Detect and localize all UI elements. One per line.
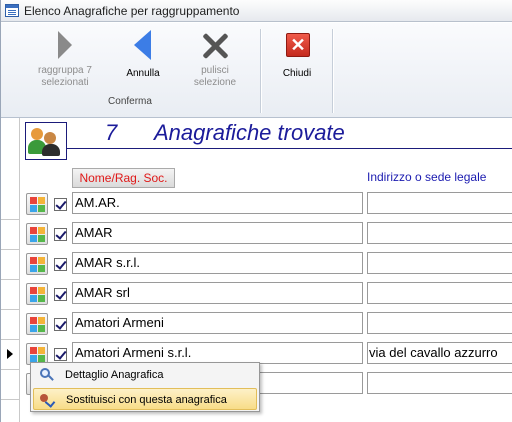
window-title: Elenco Anagrafiche per raggruppamento bbox=[24, 4, 240, 18]
row-checkbox[interactable] bbox=[54, 258, 67, 271]
address-field[interactable]: via del cavallo azzurro bbox=[367, 342, 512, 364]
chiudi-button[interactable]: ✕ Chiudi bbox=[271, 29, 323, 93]
chiudi-label: Chiudi bbox=[282, 68, 312, 79]
people-icon bbox=[25, 122, 67, 160]
table-row[interactable]: AMAR s.r.l. bbox=[1, 250, 512, 280]
raggruppa-label-2: selezionati bbox=[41, 77, 89, 88]
app-window: Elenco Anagrafiche per raggruppamento ra… bbox=[0, 0, 512, 422]
name-field[interactable]: Amatori Armeni bbox=[72, 312, 363, 334]
column-header-name-sort-button[interactable]: Nome/Rag. Soc. bbox=[72, 168, 175, 188]
record-selector[interactable] bbox=[1, 190, 20, 220]
record-selector[interactable] bbox=[1, 280, 20, 310]
arrow-right-icon bbox=[49, 29, 81, 61]
record-selector[interactable] bbox=[1, 370, 20, 400]
menu-item-sostituisci-label: Sostituisci con questa anagrafica bbox=[66, 394, 227, 406]
table-row[interactable]: AM.AR. bbox=[1, 190, 512, 220]
row-checkbox[interactable] bbox=[54, 288, 67, 301]
detail-grid-icon[interactable] bbox=[26, 283, 48, 305]
record-selector[interactable] bbox=[1, 250, 20, 280]
address-field[interactable] bbox=[367, 372, 512, 394]
menu-item-dettaglio-label: Dettaglio Anagrafica bbox=[65, 369, 164, 381]
address-field[interactable] bbox=[367, 252, 512, 274]
row-checkbox[interactable] bbox=[54, 228, 67, 241]
name-field[interactable]: AMAR srl bbox=[72, 282, 363, 304]
pulisci-label-1: pulisci bbox=[201, 65, 229, 76]
arrow-left-icon bbox=[127, 29, 159, 61]
record-selector[interactable] bbox=[1, 220, 20, 250]
name-field[interactable]: AM.AR. bbox=[72, 192, 363, 214]
address-field[interactable] bbox=[367, 282, 512, 304]
detail-grid-icon[interactable] bbox=[26, 223, 48, 245]
menu-item-dettaglio[interactable]: Dettaglio Anagrafica bbox=[33, 364, 257, 386]
replace-icon bbox=[40, 392, 56, 408]
ribbon-separator bbox=[260, 29, 261, 113]
raggruppa-button[interactable]: raggruppa 7 selezionati bbox=[27, 29, 103, 93]
results-title: Anagrafiche trovate bbox=[154, 120, 345, 145]
column-header-address: Indirizzo o sede legale bbox=[367, 170, 487, 184]
name-field[interactable]: AMAR s.r.l. bbox=[72, 252, 363, 274]
magnifier-icon bbox=[39, 367, 55, 383]
ribbon-group-label: Conferma bbox=[108, 96, 152, 107]
raggruppa-label-1: raggruppa 7 bbox=[38, 65, 92, 76]
row-checkbox[interactable] bbox=[54, 348, 67, 361]
context-menu: Dettaglio Anagrafica Sostituisci con que… bbox=[30, 362, 260, 412]
address-field[interactable] bbox=[367, 312, 512, 334]
detail-grid-icon[interactable] bbox=[26, 253, 48, 275]
table-row[interactable]: Amatori Armeni bbox=[1, 310, 512, 340]
detail-grid-icon[interactable] bbox=[26, 313, 48, 335]
close-icon: ✕ bbox=[281, 29, 313, 61]
record-selector[interactable] bbox=[1, 310, 20, 340]
form-icon bbox=[5, 4, 19, 17]
ribbon-separator-2 bbox=[332, 29, 333, 113]
row-checkbox[interactable] bbox=[54, 318, 67, 331]
address-field[interactable] bbox=[367, 222, 512, 244]
table-row[interactable]: AMAR srl bbox=[1, 280, 512, 310]
clear-x-icon bbox=[199, 29, 231, 61]
result-count: 7 bbox=[105, 120, 118, 145]
title-bar: Elenco Anagrafiche per raggruppamento bbox=[1, 0, 512, 22]
row-checkbox[interactable] bbox=[54, 198, 67, 211]
pulisci-label-2: selezione bbox=[193, 77, 237, 88]
current-record-indicator[interactable] bbox=[1, 340, 20, 370]
annulla-button[interactable]: Annulla bbox=[117, 29, 169, 93]
address-field[interactable] bbox=[367, 192, 512, 214]
ribbon: raggruppa 7 selezionati Annulla pulisci … bbox=[1, 23, 512, 118]
name-field[interactable]: AMAR bbox=[72, 222, 363, 244]
header-divider bbox=[67, 148, 512, 149]
detail-grid-icon[interactable] bbox=[26, 193, 48, 215]
name-field[interactable]: Amatori Armeni s.r.l. bbox=[72, 342, 363, 364]
table-row[interactable]: AMAR bbox=[1, 220, 512, 250]
pulisci-button[interactable]: pulisci selezione bbox=[183, 29, 247, 93]
annulla-label: Annulla bbox=[126, 68, 160, 79]
menu-item-sostituisci[interactable]: Sostituisci con questa anagrafica bbox=[33, 388, 257, 410]
